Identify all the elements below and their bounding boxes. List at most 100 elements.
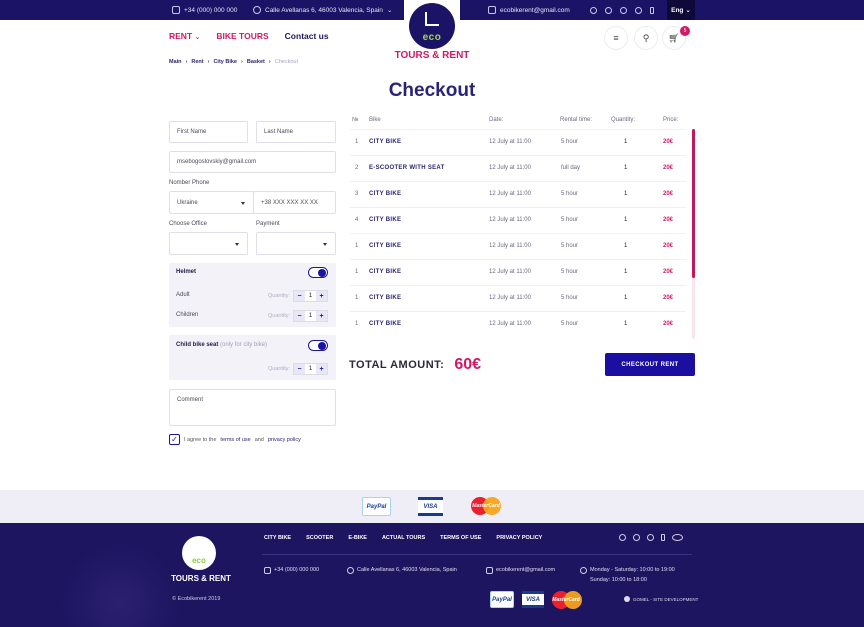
cell-no: 1 xyxy=(355,295,359,301)
cell-price: 20€ xyxy=(663,321,674,327)
facebook-icon[interactable] xyxy=(650,6,654,14)
topbar-phone[interactable]: +34 (000) 000 000 xyxy=(172,0,237,20)
footer-link-actual-tours[interactable]: ACTUAL TOURS xyxy=(382,535,425,541)
location-pin-icon xyxy=(253,6,261,14)
increment-button[interactable]: + xyxy=(316,291,327,301)
decrement-button[interactable]: − xyxy=(294,311,305,321)
tripadvisor-icon[interactable] xyxy=(672,534,683,541)
cell-bike[interactable]: CITY BIKE xyxy=(369,321,401,327)
nav-rent-label: RENT xyxy=(169,31,193,41)
mastercard-text: MasterCard xyxy=(552,597,580,603)
total-amount: TOTAL AMOUNT: 60€ xyxy=(349,356,481,374)
office-select[interactable] xyxy=(169,232,248,255)
country-select[interactable]: Ukraine xyxy=(169,191,254,214)
cell-time: 5 hour xyxy=(561,217,579,223)
cell-bike[interactable]: CITY BIKE xyxy=(369,217,401,223)
phone-placeholder: +38 XXX XXX XX XX xyxy=(261,199,318,206)
whatsapp-icon[interactable] xyxy=(633,534,640,541)
footer-link-scooter[interactable]: SCOOTER xyxy=(306,535,333,541)
cell-bike[interactable]: CITY BIKE xyxy=(369,243,401,249)
privacy-link[interactable]: privacy policy xyxy=(268,437,301,443)
quantity-value[interactable]: 1 xyxy=(305,291,316,301)
footer-logo[interactable]: eco xyxy=(182,536,216,570)
footer-visa-logo: VISA xyxy=(522,591,544,608)
phone-input[interactable]: +38 XXX XXX XX XX xyxy=(253,191,336,214)
instagram-icon[interactable] xyxy=(647,534,654,541)
tripadvisor-icon[interactable] xyxy=(620,6,627,14)
instagram-icon[interactable] xyxy=(635,6,642,14)
quantity-value[interactable]: 1 xyxy=(305,311,316,321)
menu-icon: ≡ xyxy=(613,33,619,43)
footer-address[interactable]: Calle Avellanas 6, 46003 Valencia, Spain xyxy=(347,567,457,574)
breadcrumb-basket[interactable]: Basket xyxy=(247,59,265,65)
cell-no: 1 xyxy=(355,243,359,249)
clock-icon xyxy=(580,567,587,574)
nav-bike-tours[interactable]: BIKE TOURS xyxy=(216,31,268,41)
table-row: 4 CITY BIKE 12 July at 11:00 5 hour 1 20€ xyxy=(350,207,686,233)
cell-price: 20€ xyxy=(663,165,674,171)
child-seat-toggle[interactable] xyxy=(308,340,328,351)
chevron-down-icon: ⌄ xyxy=(194,34,201,41)
breadcrumb-checkout: Checkout xyxy=(274,59,298,65)
breadcrumb-rent[interactable]: Rent xyxy=(191,59,203,65)
topbar-address[interactable]: Calle Avellanas 6, 46003 Valencia, Spain… xyxy=(253,0,392,20)
table-scrollbar-thumb[interactable] xyxy=(692,129,695,278)
footer-phone[interactable]: +34 (000) 000 000 xyxy=(264,567,319,574)
payment-methods-strip: PayPal VISA MasterCard xyxy=(0,490,864,523)
col-rental-time: Rental time: xyxy=(560,117,593,123)
menu-button[interactable]: ≡ xyxy=(604,26,628,50)
cell-date: 12 July at 11:00 xyxy=(489,269,531,275)
cell-qty: 1 xyxy=(624,139,628,145)
footer-email[interactable]: ecobikerent@gmail.com xyxy=(486,567,555,574)
cell-no: 1 xyxy=(355,139,359,145)
cell-date: 12 July at 11:00 xyxy=(489,191,531,197)
search-button[interactable]: ⚲ xyxy=(634,26,658,50)
decrement-button[interactable]: − xyxy=(294,291,305,301)
breadcrumb-main[interactable]: Main xyxy=(169,59,182,65)
footer-link-city-bike[interactable]: CITY BIKE xyxy=(264,535,291,541)
footer-link-e-bike[interactable]: E-BIKE xyxy=(348,535,367,541)
terms-link[interactable]: terms of use xyxy=(220,437,250,443)
footer-link-privacy[interactable]: PRIVACY POLICY xyxy=(496,535,542,541)
language-select[interactable]: Eng ⌄ xyxy=(667,0,695,20)
whatsapp-icon[interactable] xyxy=(605,6,612,14)
cell-bike[interactable]: CITY BIKE xyxy=(369,191,401,197)
topbar-email[interactable]: ecobikerent@gmail.com xyxy=(488,0,570,20)
office-label: Choose Office xyxy=(169,221,207,227)
cell-no: 3 xyxy=(355,191,359,197)
skype-icon[interactable] xyxy=(619,534,626,541)
cell-date: 12 July at 11:00 xyxy=(489,139,531,145)
decrement-button[interactable]: − xyxy=(294,364,305,374)
payment-select[interactable] xyxy=(256,232,336,255)
cell-bike[interactable]: CITY BIKE xyxy=(369,295,401,301)
last-name-input[interactable]: Last Name xyxy=(256,121,336,143)
cell-time: 5 hour xyxy=(561,269,579,275)
footer-link-terms[interactable]: TERMS OF USE xyxy=(440,535,481,541)
email-input[interactable]: msebogoslovskiy@gmail.com xyxy=(169,151,336,173)
quantity-value[interactable]: 1 xyxy=(305,364,316,374)
facebook-icon[interactable] xyxy=(661,534,665,541)
helmet-toggle[interactable] xyxy=(308,267,328,278)
increment-button[interactable]: + xyxy=(316,311,327,321)
logo[interactable]: eco xyxy=(409,3,455,49)
developer-credit[interactable]: GOMEL - SITE DEVELOPMENT xyxy=(624,596,698,602)
footer: eco TOURS & RENT © Ecobikerent 2019 CITY… xyxy=(0,523,864,627)
breadcrumb-city-bike[interactable]: City Bike xyxy=(213,59,237,65)
skype-icon[interactable] xyxy=(590,6,597,14)
cell-qty: 1 xyxy=(624,165,628,171)
checkout-rent-button[interactable]: CHECKOUT RENT xyxy=(605,353,695,376)
comment-textarea[interactable]: Comment xyxy=(169,389,336,426)
nav-contact-us[interactable]: Contact us xyxy=(285,31,329,41)
cell-qty: 1 xyxy=(624,321,628,327)
total-value: 60€ xyxy=(454,356,482,373)
first-name-input[interactable]: First Name xyxy=(169,121,248,143)
cell-bike[interactable]: E-SCOOTER WITH SEAT xyxy=(369,165,445,171)
visa-logo: VISA xyxy=(418,497,443,516)
language-value: Eng xyxy=(671,6,684,14)
cell-bike[interactable]: CITY BIKE xyxy=(369,139,401,145)
nav-rent[interactable]: RENT ⌄ xyxy=(169,31,200,41)
comment-placeholder: Comment xyxy=(177,397,204,403)
agree-checkbox[interactable]: ✓ xyxy=(169,434,180,445)
increment-button[interactable]: + xyxy=(316,364,327,374)
cell-bike[interactable]: CITY BIKE xyxy=(369,269,401,275)
